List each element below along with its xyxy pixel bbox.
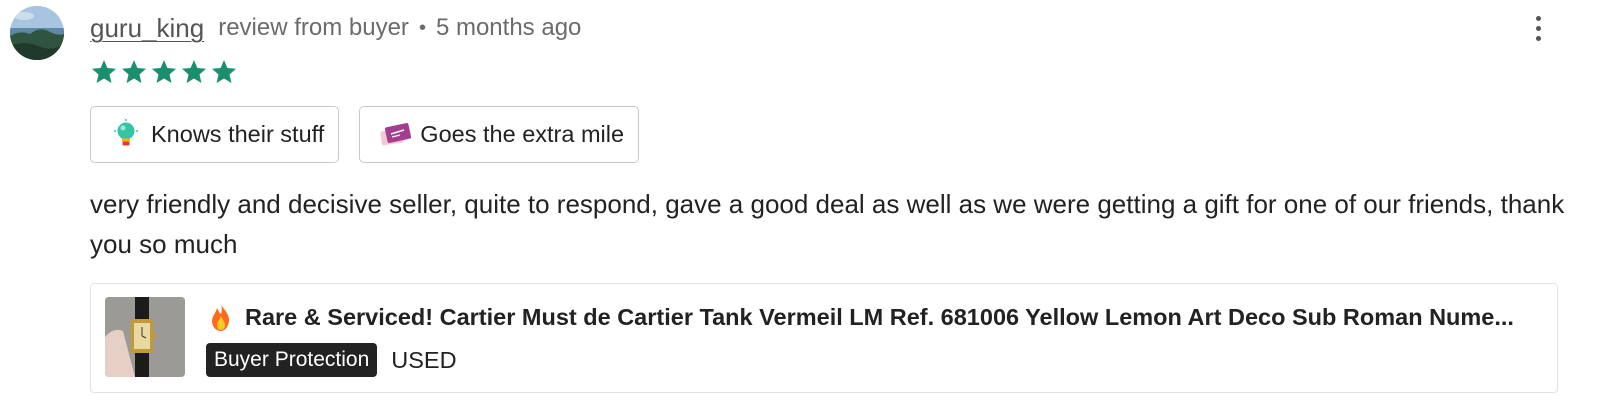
star-icon — [151, 60, 177, 83]
review-time: 5 months ago — [435, 14, 582, 41]
product-title[interactable]: Rare & Serviced! Cartier Must de Cartier… — [245, 304, 1535, 331]
review-tags: Knows their stuff Goes the extra mile — [90, 106, 640, 164]
review-header: guru_king review from buyer • 5 months a… — [90, 12, 581, 44]
tag-goes-the-extra-mile[interactable]: Goes the extra mile — [359, 106, 640, 163]
username-link[interactable]: guru_king — [90, 13, 204, 44]
tag-knows-their-stuff[interactable]: Knows their stuff — [90, 106, 340, 163]
review-text: very friendly and decisive seller, quite… — [90, 189, 1565, 259]
fire-icon — [212, 303, 229, 331]
lightbulb-icon — [114, 118, 138, 145]
more-vertical-icon-dot — [1535, 35, 1541, 41]
buyer-protection-badge: Buyer Protection — [206, 343, 378, 377]
separator-dot: • — [418, 16, 426, 39]
product-card[interactable]: Rare & Serviced! Cartier Must de Cartier… — [90, 283, 1558, 393]
star-icon — [91, 60, 117, 83]
star-icon — [211, 60, 237, 83]
star-rating — [90, 58, 238, 88]
product-condition: USED — [391, 346, 457, 373]
ticket-icon — [380, 122, 412, 145]
star-icon — [181, 60, 207, 83]
star-icon — [121, 60, 147, 83]
tag-label: Knows their stuff — [151, 121, 325, 147]
tag-label: Goes the extra mile — [420, 121, 625, 147]
more-vertical-icon-dot — [1535, 25, 1541, 31]
more-options-button[interactable] — [1526, 10, 1550, 46]
review-card: guru_king review from buyer • 5 months a… — [0, 0, 1600, 404]
avatar[interactable] — [10, 6, 64, 60]
review-role: review from buyer — [218, 14, 409, 41]
more-vertical-icon — [1535, 15, 1541, 21]
product-thumbnail[interactable] — [105, 297, 185, 377]
product-meta: Buyer Protection USED — [206, 343, 457, 377]
product-title-row: Rare & Serviced! Cartier Must de Cartier… — [207, 300, 1535, 334]
